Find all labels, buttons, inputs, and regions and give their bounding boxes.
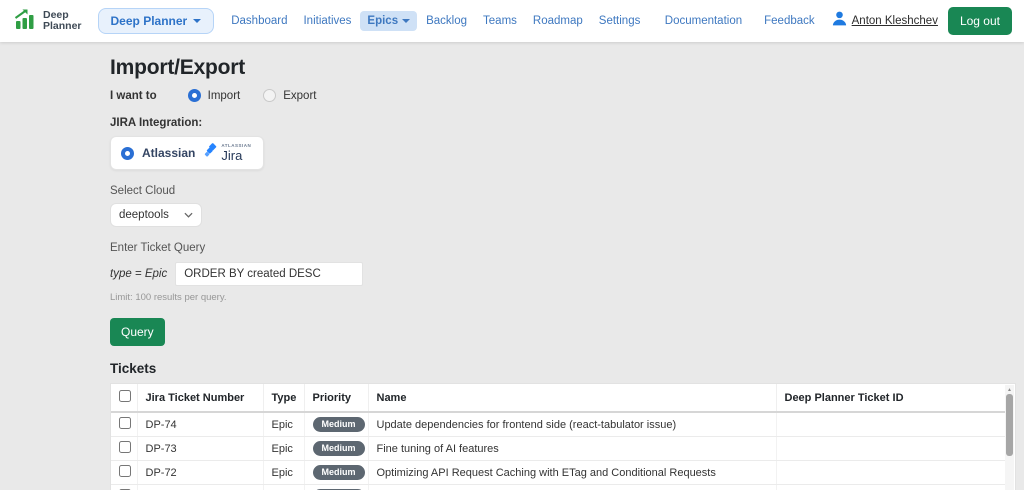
cell-deep-planner-ticket-id	[776, 437, 1007, 461]
select-all-checkbox[interactable]	[119, 390, 131, 402]
import-export-page: Import/Export I want to Import Export JI…	[0, 42, 1024, 490]
cell-deep-planner-ticket-id	[776, 461, 1007, 485]
row-checkbox[interactable]	[119, 417, 131, 429]
export-radio-label[interactable]: Export	[283, 90, 316, 102]
tickets-table-body: DP-74 Epic Medium Update dependencies fo…	[111, 412, 1007, 490]
page-title: Import/Export	[110, 56, 1016, 80]
workspace-dropdown-button[interactable]: Deep Planner	[98, 8, 215, 34]
cell-jira-ticket-number: DP-73	[137, 437, 263, 461]
cell-name: Integrate Billing Strategy	[368, 485, 776, 490]
import-radio[interactable]	[188, 89, 201, 102]
cell-deep-planner-ticket-id	[776, 412, 1007, 437]
cell-priority: Medium	[304, 485, 368, 490]
cell-type: Epic	[263, 485, 304, 490]
jira-mark-icon	[203, 143, 218, 163]
cell-deep-planner-ticket-id	[776, 485, 1007, 490]
navbar-right: Documentation Feedback Anton Kleshchev L…	[659, 7, 1012, 35]
col-deep-planner-ticket-id: Deep Planner Ticket ID	[776, 384, 1007, 412]
user-menu[interactable]: Anton Kleshchev	[831, 10, 938, 32]
table-row[interactable]: DP-72 Epic Medium Optimizing API Request…	[111, 461, 1007, 485]
logo-text: Deep Planner	[43, 10, 82, 33]
cell-jira-ticket-number: DP-74	[137, 412, 263, 437]
col-type: Type	[263, 384, 304, 412]
ticket-query-label: Enter Ticket Query	[110, 242, 1016, 254]
cell-type: Epic	[263, 461, 304, 485]
user-name-link[interactable]: Anton Kleshchev	[852, 15, 938, 27]
logout-button[interactable]: Log out	[948, 7, 1012, 35]
tickets-table: Jira Ticket Number Type Priority Name De…	[110, 383, 1016, 490]
jira-integration-label: JIRA Integration:	[110, 117, 1016, 129]
col-name: Name	[368, 384, 776, 412]
scroll-up-arrow-icon[interactable]: ▲	[1007, 387, 1012, 393]
cell-priority: Medium	[304, 437, 368, 461]
atlassian-label: Atlassian	[142, 146, 195, 160]
nav-item-teams[interactable]: Teams	[476, 11, 524, 31]
scrollbar-thumb[interactable]	[1006, 394, 1013, 456]
cell-name: Update dependencies for frontend side (r…	[368, 412, 776, 437]
mode-selector: I want to Import Export	[110, 89, 1016, 102]
cell-name: Optimizing API Request Caching with ETag…	[368, 461, 776, 485]
chevron-down-icon	[193, 19, 201, 23]
cell-priority: Medium	[304, 412, 368, 437]
table-row[interactable]: DP-73 Epic Medium Fine tuning of AI feat…	[111, 437, 1007, 461]
jira-wordmark: ATLASSIAN Jira	[221, 144, 251, 162]
cell-type: Epic	[263, 437, 304, 461]
nav-item-dashboard[interactable]: Dashboard	[224, 11, 294, 31]
row-checkbox[interactable]	[119, 441, 131, 453]
bar-chart-arrow-icon	[14, 7, 38, 36]
cell-name: Fine tuning of AI features	[368, 437, 776, 461]
cell-priority: Medium	[304, 461, 368, 485]
cell-type: Epic	[263, 412, 304, 437]
row-checkbox[interactable]	[119, 465, 131, 477]
main-nav: Dashboard Initiatives Epics Backlog Team…	[224, 11, 647, 31]
table-row[interactable]: DP-71 Epic Medium Integrate Billing Stra…	[111, 485, 1007, 490]
query-button[interactable]: Query	[110, 318, 165, 346]
cell-jira-ticket-number: DP-71	[137, 485, 263, 490]
cloud-select[interactable]: deeptools	[110, 203, 202, 227]
chevron-down-icon	[184, 209, 193, 221]
nav-item-backlog[interactable]: Backlog	[419, 11, 474, 31]
query-prefix: type = Epic	[110, 268, 167, 280]
feedback-link[interactable]: Feedback	[758, 11, 821, 31]
nav-item-epics[interactable]: Epics	[360, 11, 417, 31]
nav-item-settings[interactable]: Settings	[592, 11, 648, 31]
user-avatar-icon	[831, 10, 848, 32]
priority-badge: Medium	[313, 441, 365, 456]
tickets-heading: Tickets	[110, 361, 1016, 376]
jira-logo: ATLASSIAN Jira	[203, 143, 251, 163]
navbar: Deep Planner Deep Planner Dashboard Init…	[0, 0, 1024, 42]
import-radio-label[interactable]: Import	[208, 90, 241, 102]
query-limit-hint: Limit: 100 results per query.	[110, 292, 1016, 303]
cell-jira-ticket-number: DP-72	[137, 461, 263, 485]
chevron-down-icon	[402, 19, 410, 23]
col-jira-ticket-number: Jira Ticket Number	[137, 384, 263, 412]
atlassian-radio[interactable]	[121, 147, 134, 160]
table-header-row: Jira Ticket Number Type Priority Name De…	[111, 384, 1007, 412]
nav-item-initiatives[interactable]: Initiatives	[296, 11, 358, 31]
ticket-query-input[interactable]	[175, 262, 363, 286]
table-row[interactable]: DP-74 Epic Medium Update dependencies fo…	[111, 412, 1007, 437]
select-cloud-label: Select Cloud	[110, 185, 1016, 197]
priority-badge: Medium	[313, 465, 365, 480]
atlassian-jira-integration-card[interactable]: Atlassian ATLASSIAN Jira	[110, 136, 264, 170]
priority-badge: Medium	[313, 417, 365, 432]
app-logo[interactable]: Deep Planner	[14, 7, 82, 36]
query-row: type = Epic	[110, 262, 1016, 286]
nav-item-roadmap[interactable]: Roadmap	[526, 11, 590, 31]
export-radio[interactable]	[263, 89, 276, 102]
col-priority: Priority	[304, 384, 368, 412]
documentation-link[interactable]: Documentation	[659, 11, 748, 31]
mode-label: I want to	[110, 90, 157, 102]
table-vertical-scrollbar[interactable]: ▲	[1005, 385, 1014, 490]
